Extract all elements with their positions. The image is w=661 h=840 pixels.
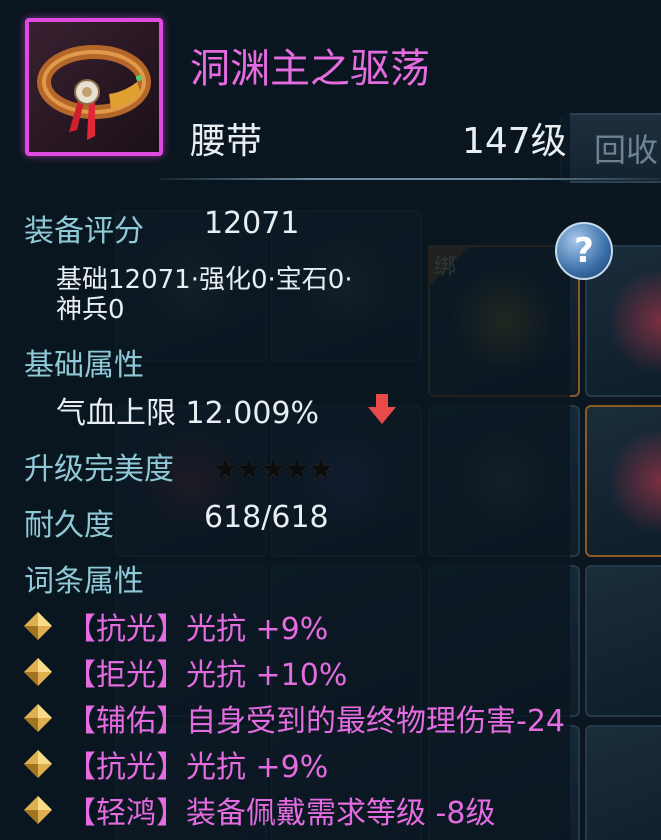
base-attr-value: 气血上限 12.009% <box>56 396 320 431</box>
gold-diamond-icon <box>24 612 52 640</box>
base-attr-label: 基础属性 <box>24 348 144 383</box>
inventory-slot[interactable] <box>585 725 661 840</box>
inventory-slot[interactable] <box>585 405 661 557</box>
item-level: 147级 <box>462 121 567 162</box>
score-label: 装备评分 <box>24 214 144 249</box>
affix-row: 【轻鸿】装备佩戴需求等级 -8级 <box>22 788 496 831</box>
durability-label: 耐久度 <box>24 508 114 543</box>
item-tooltip: 洞渊主之驱荡 腰带 147级 ? 装备评分 12071 基础12071·强化0·… <box>0 0 660 840</box>
affix-row: 【拒光】光抗 +10% <box>22 650 348 693</box>
star-icon: ★ <box>212 452 239 487</box>
question-circle-icon[interactable]: ? <box>555 222 613 280</box>
affix-row: 【辅佑】自身受到的最终物理伤害-24 <box>22 696 565 739</box>
inventory-slot[interactable] <box>585 565 661 717</box>
affix-row: 【抗光】光抗 +9% <box>22 604 329 647</box>
divider <box>160 178 660 180</box>
belt-icon <box>37 45 151 140</box>
affix-row: 【抗光】光抗 +9% <box>22 742 329 785</box>
star-icon: ★ <box>283 452 311 487</box>
gold-diamond-icon <box>24 658 52 686</box>
perfection-stars: ★★★★★ <box>212 452 335 487</box>
gold-diamond-icon <box>24 704 52 732</box>
gold-diamond-icon <box>24 750 52 778</box>
perfection-label: 升级完美度 <box>24 452 174 487</box>
affix-text: 【抗光】光抗 +9% <box>66 750 329 785</box>
gold-diamond-icon <box>24 796 52 824</box>
affix-text: 【抗光】光抗 +9% <box>66 612 329 647</box>
affix-text: 【轻鸿】装备佩戴需求等级 -8级 <box>66 796 496 831</box>
item-type: 腰带 <box>190 121 263 162</box>
affix-text: 【拒光】光抗 +10% <box>66 658 348 693</box>
score-breakdown-line1: 基础12071·强化0·宝石0· <box>56 265 353 295</box>
item-name: 洞渊主之驱荡 <box>190 46 430 92</box>
star-icon: ★ <box>307 452 335 487</box>
score-value: 12071 <box>204 206 300 241</box>
star-icon: ★ <box>235 452 263 487</box>
affix-label: 词条属性 <box>24 564 144 599</box>
item-icon-belt <box>25 18 163 156</box>
recycle-button[interactable]: 回收 <box>560 113 661 183</box>
affix-text: 【辅佑】自身受到的最终物理伤害-24 <box>66 704 565 739</box>
durability-value: 618/618 <box>204 500 329 535</box>
score-breakdown-line2: 神兵0 <box>56 295 125 325</box>
star-icon: ★ <box>259 452 287 487</box>
arrow-down-icon <box>368 394 396 424</box>
